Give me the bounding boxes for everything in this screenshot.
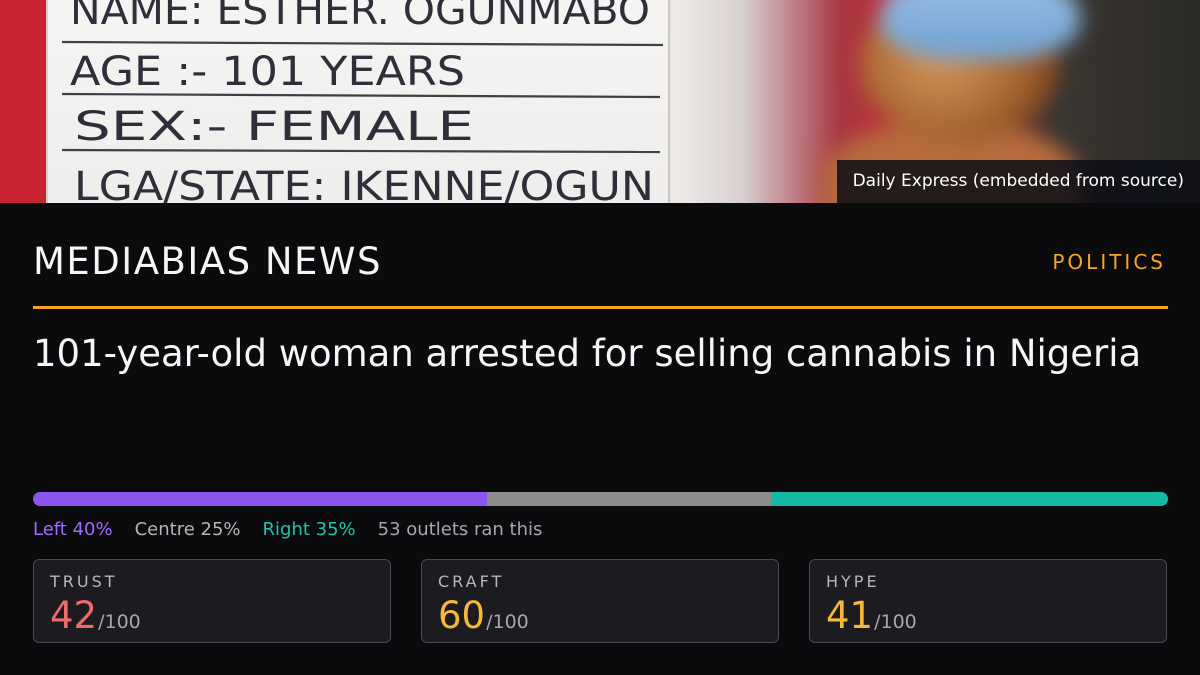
score-max: /100 [874,611,917,633]
score-max: /100 [98,611,141,633]
score-value: 42 [50,594,98,637]
legend-right: Right 35% [262,519,356,540]
bias-spectrum-bar [33,492,1168,506]
spectrum-segment-left [33,492,487,506]
whiteboard: NAME: ESTHER. OGUNMABO AGE :- 101 YEARS … [46,0,670,203]
score-value: 60 [438,594,486,637]
board-line-2: AGE :- 101 YEARS [70,49,465,95]
article-headline[interactable]: 101-year-old woman arrested for selling … [33,330,1153,377]
brand-title: MEDIABIAS NEWS [33,240,382,283]
trust-score-card: TRUST 42 /100 [33,559,391,643]
board-line-4: LGA/STATE: IKENNE/OGUN [74,164,654,203]
bias-legend: Left 40% Centre 25% Right 35% 53 outlets… [33,517,542,543]
spectrum-segment-centre [487,492,771,506]
image-credit-caption: Daily Express (embedded from source) [836,160,1200,203]
hype-score-card: HYPE 41 /100 [809,559,1167,643]
craft-score-card: CRAFT 60 /100 [421,559,779,643]
score-cards: TRUST 42 /100 CRAFT 60 /100 HYPE 41 /100 [33,559,1168,643]
score-max: /100 [486,611,529,633]
board-line-3: SEX:- FEMALE [74,104,474,150]
score-label: CRAFT [438,572,505,591]
score-label: HYPE [826,572,880,591]
legend-left: Left 40% [33,519,113,540]
legend-centre: Centre 25% [134,519,241,540]
board-line-1: NAME: ESTHER. OGUNMABO [70,0,650,34]
header-divider [33,306,1168,309]
spectrum-segment-right [770,492,1168,506]
score-label: TRUST [50,572,118,591]
hero-image: NAME: ESTHER. OGUNMABO AGE :- 101 YEARS … [0,0,1200,203]
category-tag[interactable]: POLITICS [1052,250,1166,274]
score-value: 41 [826,594,874,637]
outlet-count: 53 outlets ran this [377,519,543,540]
